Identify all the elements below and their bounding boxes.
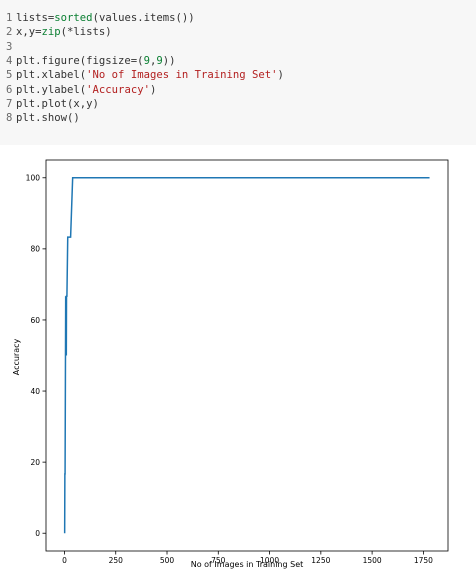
code-token: plt.show() [16, 112, 80, 125]
code-token: plt.plot(x,y) [16, 97, 99, 110]
code-line: 7 plt.plot(x,y) [6, 97, 99, 111]
code-token: ) [149, 83, 157, 96]
x-tick-label: 500 [160, 556, 175, 565]
x-tick-label: 1250 [311, 556, 330, 565]
line-number: 8 [6, 112, 13, 125]
plot-frame [45, 159, 449, 552]
y-tick-label: 20 [30, 458, 40, 467]
code-line: 3 [6, 40, 16, 54]
series-line [63, 177, 430, 534]
line-chart: 020406080100 0 250 500 750 1000 1250 1500 1750 … [12, 159, 449, 569]
code-token: 'No of Images in Training Set' [86, 69, 278, 82]
line-number: 2 [6, 26, 13, 39]
code-token: plt.figure(figsize=( [16, 54, 144, 67]
code-token: zip [41, 26, 61, 39]
code-line: 4 plt.figure(figsize=(9,9)) [6, 54, 176, 68]
code-token: plt.xlabel( [16, 69, 87, 82]
line-number: 3 [6, 40, 13, 53]
line-number: 1 [6, 12, 13, 24]
line-number: 6 [6, 83, 13, 96]
y-tick-label: 0 [35, 529, 40, 538]
code-line: 2 x,y=zip(*lists) [6, 25, 112, 39]
code-token: x,y= [16, 26, 42, 39]
plot-output: 0 20 40 60 80 100 0 250 500 750 1000 1250 1500 1750 … [0, 145, 476, 581]
code-token: (*lists) [60, 26, 112, 39]
y-tick-label: 80 [30, 245, 40, 254]
y-tick-label: 100 [26, 174, 41, 183]
code-token: plt.ylabel( [16, 83, 87, 96]
code-token: sorted [54, 12, 93, 24]
x-tick-label: 1750 [414, 556, 433, 565]
y-tick-label: 40 [30, 387, 40, 396]
y-axis-ticks: 0 20 40 60 80 100 [26, 174, 46, 538]
code-line: 6 plt.ylabel('Accuracy') [6, 83, 156, 97]
code-token: (values.items()) [92, 12, 195, 24]
code-token: ) [277, 69, 284, 82]
code-line: 5 plt.xlabel('No of Images in Training Se… [6, 68, 284, 82]
code-line: 1 lists=sorted(values.items()) [6, 11, 195, 25]
x-tick-label: 1500 [363, 556, 382, 565]
line-number: 5 [6, 69, 13, 82]
line-number: 7 [6, 97, 13, 110]
code-line: 8 plt.show() [6, 111, 80, 125]
code-token: )) [162, 54, 176, 67]
x-tick-label: 250 [109, 556, 124, 565]
code-cell[interactable]: 1 lists=sorted(values.items()) 2 x,y=zip(*l… [0, 0, 476, 145]
y-axis-label: Accuracy [12, 338, 21, 375]
x-tick-label: 0 [62, 556, 67, 565]
code-token: lists= [16, 12, 55, 24]
y-tick-label: 60 [30, 316, 40, 325]
code-token: 'Accuracy' [86, 83, 150, 96]
x-axis-label: No of Images in Training Set [191, 560, 304, 569]
line-number: 4 [6, 54, 13, 67]
